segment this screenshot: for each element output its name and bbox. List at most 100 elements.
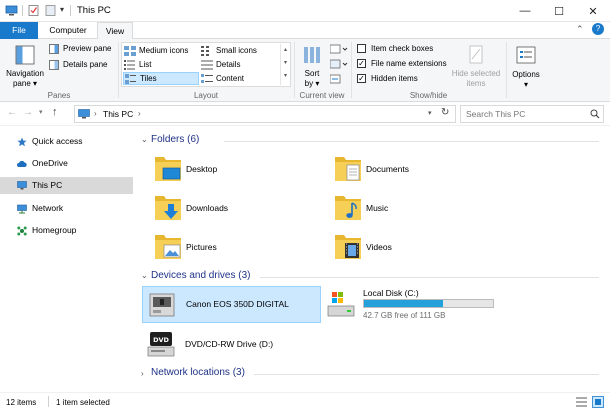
- refresh-icon[interactable]: ↻: [441, 107, 449, 118]
- expand-chevron-icon[interactable]: ›: [141, 369, 144, 378]
- folder-tile-music[interactable]: Music: [330, 192, 500, 222]
- explorer-app-icon[interactable]: [5, 4, 18, 17]
- panes-group-label: Panes: [47, 91, 71, 100]
- navigation-pane-icon: [15, 45, 35, 65]
- address-dropdown-icon[interactable]: ▾: [428, 109, 432, 117]
- search-box[interactable]: [460, 105, 604, 123]
- recent-locations-button[interactable]: ▾: [39, 108, 43, 116]
- ribbon-separator: [506, 42, 507, 98]
- address-toolbar: ← → ▾ ↑ › This PC › ▾ ↻: [0, 102, 610, 126]
- layout-tiles[interactable]: Tiles: [123, 72, 199, 85]
- collapse-chevron-icon[interactable]: ⌄: [141, 271, 148, 280]
- layout-content[interactable]: Content: [201, 73, 277, 85]
- preview-pane-icon: [49, 44, 59, 54]
- search-icon[interactable]: [590, 109, 600, 119]
- folder-label: Videos: [366, 242, 392, 252]
- up-button[interactable]: ↑: [52, 106, 58, 118]
- customize-quick-access-icon[interactable]: ▾: [60, 5, 64, 14]
- hard-drive-icon: [327, 292, 355, 317]
- device-tile-dvd-drive[interactable]: DVD DVD/CD-RW Drive (D:): [142, 326, 321, 363]
- large-icons-view-icon[interactable]: [592, 396, 604, 408]
- add-columns-icon[interactable]: [330, 59, 348, 69]
- title-bar: ▾ This PC — ☐ ✕: [0, 0, 610, 22]
- sort-icon: [304, 47, 320, 63]
- folder-tile-documents[interactable]: Documents: [330, 153, 500, 183]
- disk-free-space: 42.7 GB free of 111 GB: [363, 311, 446, 320]
- sort-by-label: Sort: [304, 69, 320, 78]
- details-view-icon[interactable]: [576, 397, 587, 407]
- tab-computer[interactable]: Computer: [41, 22, 95, 39]
- medium-icons-label: Medium icons: [139, 46, 189, 55]
- folder-tile-downloads[interactable]: Downloads: [150, 192, 320, 222]
- documents-folder-icon: [335, 157, 361, 181]
- layout-small-icons[interactable]: Small icons: [201, 45, 277, 57]
- nav-item-this-pc[interactable]: This PC: [0, 177, 133, 194]
- nav-item-homegroup[interactable]: Homegroup: [0, 222, 133, 239]
- preview-pane-label: Preview pane: [63, 44, 112, 53]
- group-by-icon[interactable]: [330, 44, 348, 54]
- back-button[interactable]: ←: [7, 107, 17, 118]
- computer-icon: [78, 109, 90, 119]
- section-header-folders[interactable]: Folders (6): [151, 134, 199, 145]
- folder-tile-desktop[interactable]: Desktop: [150, 153, 320, 183]
- folder-tile-videos[interactable]: Videos: [330, 231, 500, 261]
- breadcrumb-this-pc[interactable]: This PC: [103, 109, 133, 119]
- details-pane-button[interactable]: Details pane: [49, 59, 117, 71]
- nav-item-onedrive[interactable]: OneDrive: [0, 155, 133, 172]
- device-tile-local-disk[interactable]: Local Disk (C:) 42.7 GB free of 111 GB: [322, 286, 497, 323]
- ribbon-tabs: File Computer View ⌃ ?: [0, 22, 610, 40]
- details-icon: [201, 60, 213, 70]
- preview-pane-button[interactable]: Preview pane: [49, 43, 117, 55]
- layout-list[interactable]: List: [124, 59, 200, 71]
- tab-view[interactable]: View: [97, 22, 133, 40]
- content-area: ⌄ Folders (6) Desktop Documents Download…: [134, 126, 610, 392]
- maximize-button[interactable]: ☐: [542, 0, 576, 22]
- qa-separator: [22, 5, 23, 16]
- nav-item-network[interactable]: Network: [0, 200, 133, 217]
- device-label: Canon EOS 350D DIGITAL: [186, 299, 289, 309]
- collapse-ribbon-icon[interactable]: ⌃: [576, 24, 584, 35]
- minimize-button[interactable]: —: [508, 0, 542, 22]
- list-icon: [124, 60, 135, 70]
- music-folder-icon: [335, 196, 361, 220]
- item-check-boxes-checkbox: [357, 44, 366, 53]
- device-label: DVD/CD-RW Drive (D:): [185, 339, 274, 349]
- device-tile-camera[interactable]: Canon EOS 350D DIGITAL: [142, 286, 321, 323]
- tab-file[interactable]: File: [0, 22, 38, 39]
- hidden-items-label: Hidden items: [371, 74, 418, 83]
- new-folder-icon[interactable]: [44, 4, 57, 17]
- folder-tile-pictures[interactable]: Pictures: [150, 231, 320, 261]
- options-button[interactable]: Options ▾: [508, 42, 544, 90]
- downloads-folder-icon: [155, 196, 181, 220]
- section-header-devices[interactable]: Devices and drives (3): [151, 270, 250, 281]
- navigation-pane-button[interactable]: Navigation pane ▾: [6, 42, 44, 90]
- nav-item-quick-access[interactable]: Quick access: [0, 133, 133, 150]
- close-button[interactable]: ✕: [576, 0, 610, 22]
- breadcrumb-chevron-icon[interactable]: ›: [94, 109, 97, 118]
- ribbon-separator: [294, 42, 295, 98]
- address-bar[interactable]: › This PC › ▾ ↻: [74, 105, 456, 123]
- layout-medium-icons[interactable]: Medium icons: [124, 45, 200, 57]
- homegroup-icon: [17, 226, 27, 236]
- properties-icon[interactable]: [27, 4, 40, 17]
- hide-selected-items-button[interactable]: Hide selected items: [448, 42, 504, 90]
- breadcrumb-chevron-icon[interactable]: ›: [138, 109, 141, 118]
- ribbon: Navigation pane ▾ Preview pane Details p…: [0, 39, 610, 102]
- hide-selected-icon: [469, 45, 483, 64]
- layout-details[interactable]: Details: [201, 59, 277, 71]
- help-icon[interactable]: ?: [592, 23, 604, 35]
- layout-group-label: Layout: [193, 91, 219, 100]
- forward-button[interactable]: →: [23, 107, 33, 118]
- search-input[interactable]: [466, 107, 586, 121]
- desktop-folder-icon: [155, 157, 181, 181]
- section-header-network-locations[interactable]: Network locations (3): [151, 367, 245, 378]
- size-columns-icon[interactable]: [330, 74, 342, 84]
- options-dropdown-icon: ▾: [523, 80, 528, 89]
- collapse-chevron-icon[interactable]: ⌄: [141, 135, 148, 144]
- computer-icon: [17, 181, 27, 190]
- videos-folder-icon: [335, 235, 361, 259]
- ribbon-separator: [351, 42, 352, 98]
- layout-gallery-scroll[interactable]: ▴ ▾ ▾: [280, 44, 290, 85]
- sort-by-button[interactable]: Sort by ▾: [299, 42, 325, 90]
- nav-item-label: Homegroup: [32, 225, 77, 235]
